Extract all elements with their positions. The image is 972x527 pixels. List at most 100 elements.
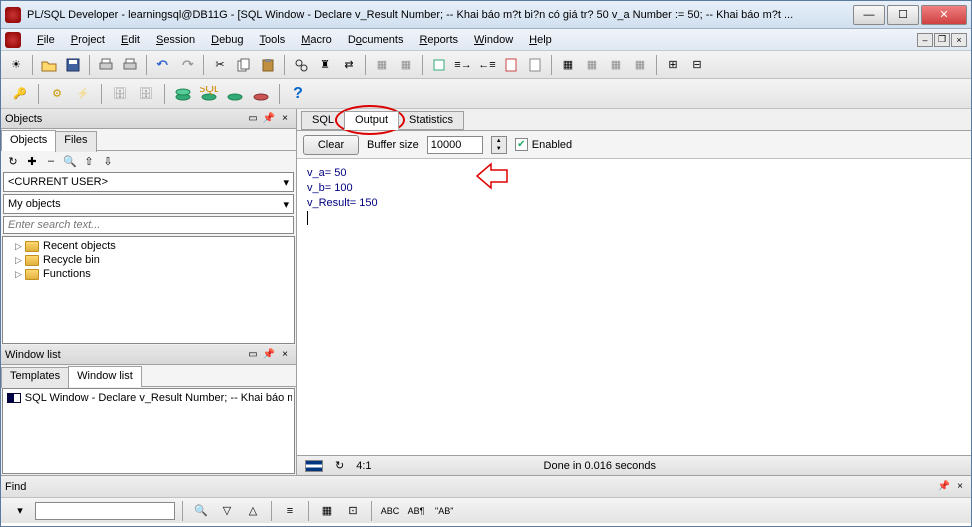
menu-session[interactable]: Session — [148, 32, 203, 48]
db2-icon[interactable]: 🗄 — [135, 83, 157, 105]
window2-icon[interactable]: ⊟ — [686, 54, 708, 76]
tab-winlist[interactable]: Window list — [68, 366, 142, 387]
window-list[interactable]: SQL Window - Declare v_Result Number; --… — [2, 388, 295, 474]
object-tree[interactable]: ▷Recent objects ▷Recycle bin ▷Functions — [2, 236, 295, 344]
gear-icon[interactable]: ⚙ — [46, 83, 68, 105]
menu-window[interactable]: Window — [466, 32, 521, 48]
clear-button[interactable]: Clear — [303, 135, 359, 155]
find-abc2-icon[interactable]: AB¶ — [405, 500, 427, 522]
cut-icon[interactable]: ✂ — [209, 54, 231, 76]
panel-dock-icon[interactable]: ▭ — [246, 348, 260, 362]
print-icon[interactable] — [95, 54, 117, 76]
tab-sql[interactable]: SQL — [301, 111, 345, 130]
replace-icon[interactable]: ♜ — [314, 54, 336, 76]
menu-edit[interactable]: Edit — [113, 32, 148, 48]
close-button[interactable]: ✕ — [921, 5, 967, 25]
find-bino-icon[interactable]: 🔍 — [190, 500, 212, 522]
find-down-icon[interactable]: ▽ — [216, 500, 238, 522]
save-icon[interactable] — [62, 54, 84, 76]
redo-icon[interactable] — [176, 54, 198, 76]
explain-icon[interactable] — [428, 54, 450, 76]
up-icon[interactable]: ⇧ — [81, 153, 97, 169]
myobjects-combo[interactable]: My objects — [3, 194, 294, 214]
menu-file[interactable]: File — [29, 32, 63, 48]
minimize-button[interactable]: — — [853, 5, 885, 25]
print-setup-icon[interactable] — [119, 54, 141, 76]
panel-close-icon[interactable]: × — [278, 348, 292, 362]
panel-dock-icon[interactable]: ▭ — [246, 112, 260, 126]
grid-icon[interactable]: ▦ — [557, 54, 579, 76]
mdi-close[interactable]: × — [951, 33, 967, 47]
menu-project[interactable]: Project — [63, 32, 113, 48]
tab-templates[interactable]: Templates — [1, 367, 69, 388]
lightning-icon[interactable]: ⚡ — [72, 83, 94, 105]
undo-icon[interactable] — [152, 54, 174, 76]
outdent-icon[interactable]: ←≡ — [476, 54, 498, 76]
find-opt-icon[interactable]: ⊡ — [342, 500, 364, 522]
mdi-restore[interactable]: ❐ — [934, 33, 950, 47]
find-close-icon[interactable]: × — [953, 480, 967, 494]
buffer-spinner[interactable]: ▲▼ — [491, 136, 507, 154]
bookmark-icon[interactable] — [500, 54, 522, 76]
grid2-icon[interactable]: ▦ — [581, 54, 603, 76]
findnext-icon[interactable]: ⇄ — [338, 54, 360, 76]
output-area[interactable]: v_a= 50 v_b= 100 v_Result= 150 — [297, 159, 971, 455]
maximize-button[interactable]: ☐ — [887, 5, 919, 25]
refresh-icon[interactable]: ↻ — [5, 153, 21, 169]
search-icon[interactable]: 🔍 — [62, 153, 78, 169]
winlist-item[interactable]: SQL Window - Declare v_Result Number; --… — [5, 391, 292, 405]
find-input[interactable] — [35, 502, 175, 520]
new-icon[interactable]: ☀ — [5, 54, 27, 76]
rollback-icon[interactable]: SQL — [198, 83, 220, 105]
user-combo[interactable]: <CURRENT USER> — [3, 172, 294, 192]
window-icon[interactable]: ⊞ — [662, 54, 684, 76]
key-icon[interactable]: 🔑 — [9, 83, 31, 105]
panel-pin-icon[interactable]: 📌 — [262, 112, 276, 126]
find-pin-icon[interactable]: 📌 — [937, 480, 951, 494]
menu-reports[interactable]: Reports — [411, 32, 466, 48]
find-ab-icon[interactable]: "AB" — [431, 500, 457, 522]
tab-files[interactable]: Files — [55, 131, 96, 152]
tree-item-recent[interactable]: ▷Recent objects — [5, 239, 292, 253]
db3-icon[interactable] — [224, 83, 246, 105]
tab-output[interactable]: Output — [344, 111, 399, 130]
db1-icon[interactable]: 🗄 — [109, 83, 131, 105]
help-icon[interactable]: ? — [287, 83, 309, 105]
menu-macro[interactable]: Macro — [293, 32, 340, 48]
find-icon[interactable] — [290, 54, 312, 76]
menu-documents[interactable]: Documents — [340, 32, 412, 48]
copy-icon[interactable] — [233, 54, 255, 76]
find-list-icon[interactable]: ≡ — [279, 500, 301, 522]
open-icon[interactable] — [38, 54, 60, 76]
commit-icon[interactable] — [172, 83, 194, 105]
tab-objects[interactable]: Objects — [1, 130, 56, 151]
find-mark-icon[interactable]: ▦ — [316, 500, 338, 522]
menu-help[interactable]: Help — [521, 32, 560, 48]
panel-close-icon[interactable]: × — [278, 112, 292, 126]
add-icon[interactable]: ✚ — [24, 153, 40, 169]
filter-icon[interactable]: ⇩ — [100, 153, 116, 169]
mdi-minimize[interactable]: – — [917, 33, 933, 47]
grid3-icon[interactable]: ▦ — [605, 54, 627, 76]
enabled-checkbox[interactable]: ✔ Enabled — [515, 138, 572, 151]
panel-pin-icon[interactable]: 📌 — [262, 348, 276, 362]
remove-icon[interactable]: – — [43, 153, 59, 169]
tool1-icon[interactable]: ▦ — [371, 54, 393, 76]
paste-icon[interactable] — [257, 54, 279, 76]
tree-item-functions[interactable]: ▷Functions — [5, 267, 292, 281]
find-dd-icon[interactable]: ▾ — [9, 500, 31, 522]
find-abc-icon[interactable]: ABC — [379, 500, 401, 522]
grid4-icon[interactable]: ▦ — [629, 54, 651, 76]
indent-icon[interactable]: ≡→ — [452, 54, 474, 76]
find-up-icon[interactable]: △ — [242, 500, 264, 522]
winlist-tabs: Templates Window list — [1, 365, 296, 387]
menu-debug[interactable]: Debug — [203, 32, 251, 48]
tree-item-recycle[interactable]: ▷Recycle bin — [5, 253, 292, 267]
db4-icon[interactable] — [250, 83, 272, 105]
menu-tools[interactable]: Tools — [252, 32, 294, 48]
search-input[interactable] — [3, 216, 294, 234]
bookmark2-icon[interactable] — [524, 54, 546, 76]
tab-statistics[interactable]: Statistics — [398, 111, 464, 130]
tool2-icon[interactable]: ▦ — [395, 54, 417, 76]
buffer-size-input[interactable] — [427, 136, 483, 154]
